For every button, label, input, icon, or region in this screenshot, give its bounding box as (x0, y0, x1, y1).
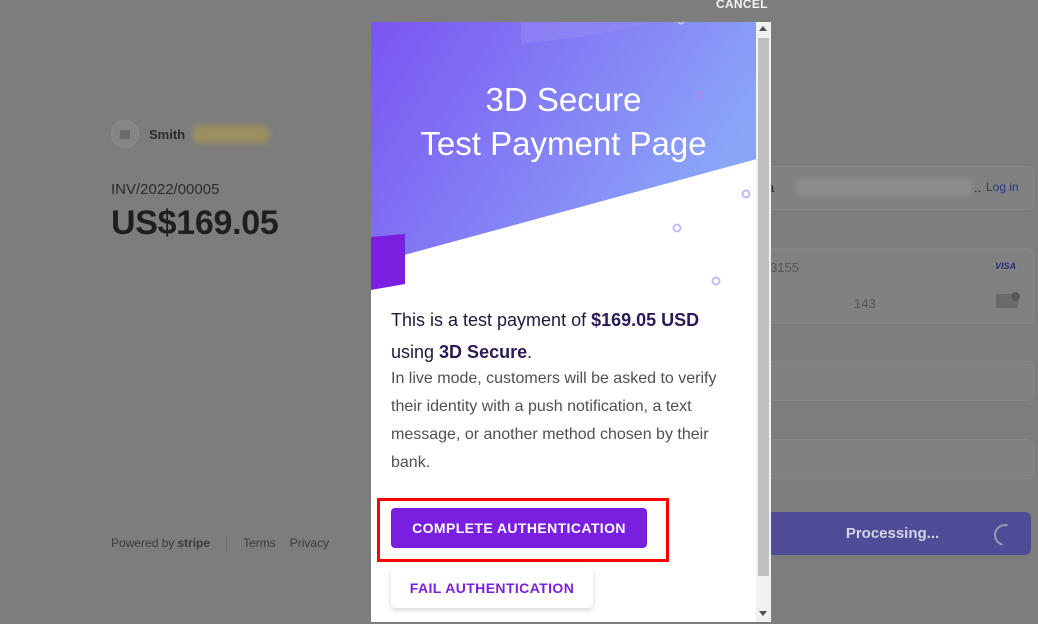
live-mode-description: In live mode, customers will be asked to… (391, 370, 717, 471)
scroll-up-icon[interactable] (759, 26, 767, 31)
modal-banner: 3D Secure Test Payment Page (371, 22, 757, 292)
scroll-down-icon[interactable] (759, 611, 767, 616)
email-ellipsis: .. (974, 180, 982, 195)
login-link[interactable]: Log in (986, 180, 1019, 194)
cardholder-name-field[interactable] (754, 361, 1034, 401)
visa-icon: VISA (994, 261, 1018, 271)
highlight-box (377, 498, 669, 562)
scrollbar-thumb[interactable] (758, 38, 769, 576)
country-field[interactable] (754, 439, 1034, 479)
invoice-amount: US$169.05 (111, 204, 279, 242)
modal-title-line1: 3D Secure (485, 81, 642, 118)
merchant-header: Smith (111, 120, 270, 148)
footer: Powered by stripe Terms Privacy (111, 535, 343, 551)
invoice-number: INV/2022/00005 (111, 181, 220, 198)
stripe-logo[interactable]: stripe (177, 536, 210, 550)
powered-by-text: Powered by (111, 536, 175, 550)
email-redacted (796, 178, 972, 196)
merchant-name-redacted (193, 125, 270, 143)
summary-period: . (527, 342, 533, 362)
pay-button[interactable]: Processing... (754, 512, 1031, 555)
footer-divider (226, 535, 228, 551)
privacy-link[interactable]: Privacy (290, 536, 329, 550)
using-text: using (391, 342, 440, 362)
cvc-field[interactable]: 143 (854, 296, 876, 311)
modal-title: 3D Secure Test Payment Page (371, 78, 756, 166)
cancel-link[interactable]: CANCEL (716, 0, 768, 11)
modal-title-line2: Test Payment Page (420, 125, 707, 162)
auth-method: 3D Secure (439, 342, 528, 362)
payment-amount: $169.05 USD (591, 310, 700, 330)
cvc-card-icon (996, 292, 1020, 308)
store-icon (111, 120, 139, 148)
fail-authentication-button[interactable]: FAIL AUTHENTICATION (391, 568, 593, 608)
intro-text: This is a test payment of (391, 310, 592, 330)
merchant-name: Smith (149, 126, 186, 142)
payment-summary: This is a test payment of $169.05 USD us… (391, 304, 741, 368)
card-number-field[interactable]: 3155 (770, 260, 799, 275)
terms-link[interactable]: Terms (243, 536, 276, 550)
